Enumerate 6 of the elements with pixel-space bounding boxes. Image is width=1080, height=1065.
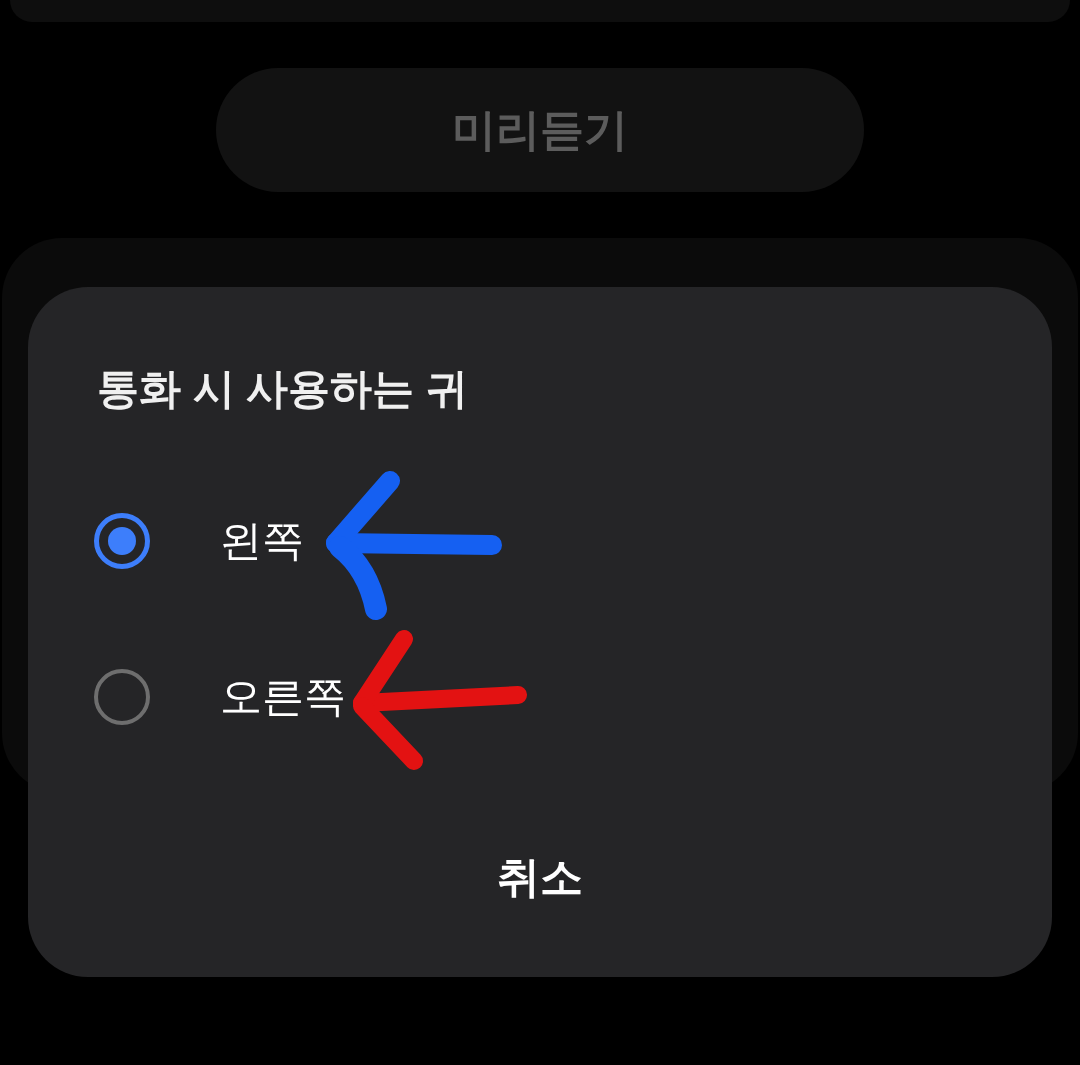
radio-button[interactable]: [94, 513, 150, 569]
option-label: 왼쪽: [220, 516, 304, 566]
radio-button[interactable]: [94, 669, 150, 725]
option-label: 오른쪽: [220, 672, 346, 722]
dialog-title: 통화 시 사용하는 귀: [97, 365, 468, 413]
cancel-button[interactable]: 취소: [390, 827, 690, 927]
